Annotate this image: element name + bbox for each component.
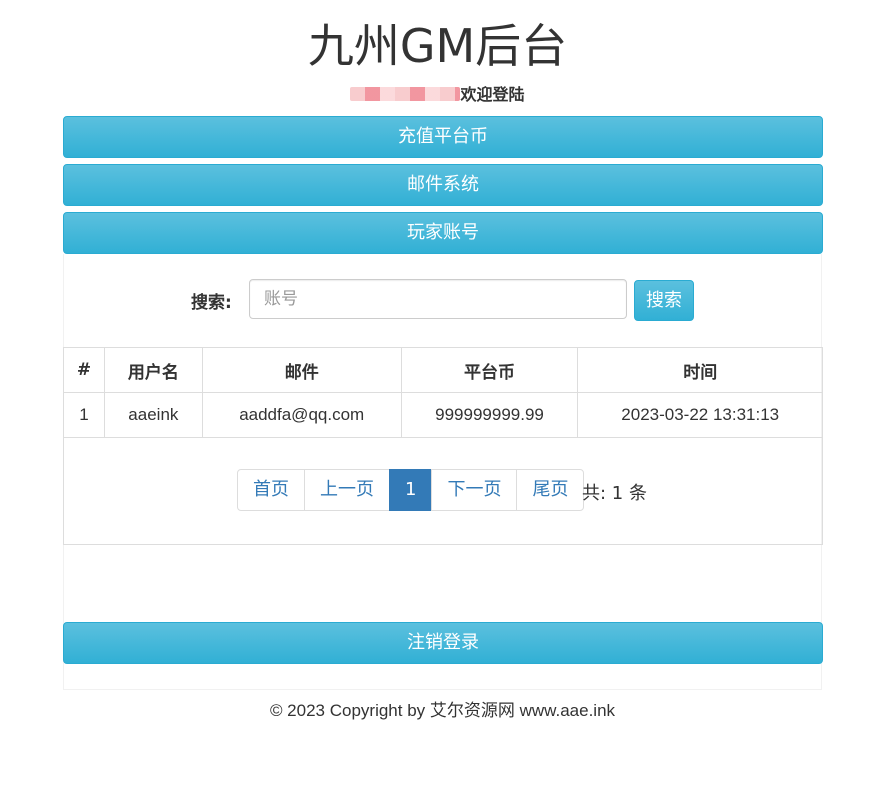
current-page[interactable]: 1 <box>389 469 433 511</box>
column-header: 时间 <box>577 347 823 393</box>
redacted-username <box>350 87 461 101</box>
search-input[interactable] <box>249 279 627 319</box>
column-header: 邮件 <box>201 347 402 393</box>
table-cell: aaddfa@qq.com <box>201 392 402 438</box>
column-header: 平台币 <box>400 347 579 393</box>
accounts-table: # 用户名 邮件 平台币 时间 1 aaeink aaddfa@qq.com 9… <box>63 347 823 545</box>
table-cell: aaeink <box>103 392 203 438</box>
logout-button[interactable]: 注销登录 <box>63 622 823 664</box>
search-button[interactable]: 搜索 <box>634 280 694 321</box>
last-page-link[interactable]: 尾页 <box>516 469 585 511</box>
table-header-row: # 用户名 邮件 平台币 时间 <box>63 347 823 393</box>
column-header: # <box>63 347 105 393</box>
player-accounts-button[interactable]: 玩家账号 <box>63 212 823 254</box>
prev-page-link[interactable]: 上一页 <box>304 469 390 511</box>
mail-system-button[interactable]: 邮件系统 <box>63 164 823 206</box>
page-title: 九州GM后台 <box>307 19 568 73</box>
footer-copyright: © 2023 Copyright by 艾尔资源网 www.aae.ink <box>269 701 616 720</box>
welcome-message: 欢迎登陆 <box>0 86 875 106</box>
table-row: 1 aaeink aaddfa@qq.com 999999999.99 2023… <box>63 392 823 438</box>
welcome-text: 欢迎登陆 <box>460 87 525 104</box>
search-label: 搜索: <box>191 293 232 313</box>
first-page-link[interactable]: 首页 <box>237 469 305 511</box>
next-page-link[interactable]: 下一页 <box>431 469 518 511</box>
column-header: 用户名 <box>103 347 203 393</box>
recharge-button[interactable]: 充值平台币 <box>63 116 823 158</box>
table-cell: 2023-03-22 13:31:13 <box>577 392 823 438</box>
table-cell: 999999999.99 <box>400 392 579 438</box>
table-cell: 1 <box>63 392 105 438</box>
pagination: 首页 上一页 1 下一页 尾页 <box>237 469 585 511</box>
total-count: 共: 1 条 <box>582 483 647 504</box>
